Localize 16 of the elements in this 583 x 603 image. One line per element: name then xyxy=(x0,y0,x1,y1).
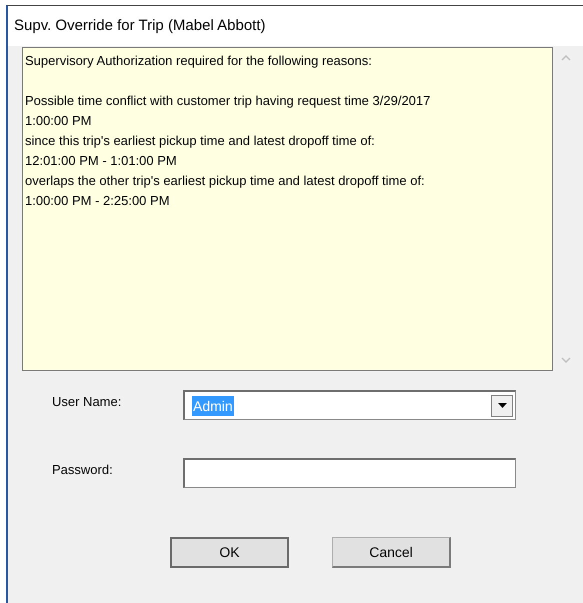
message-line: 1:00:00 PM xyxy=(25,112,92,130)
ok-button[interactable]: OK xyxy=(170,537,289,568)
message-line: Possible time conflict with customer trip having request time 3/29/2017 xyxy=(25,92,430,110)
caret-icon xyxy=(498,403,506,408)
message-line: since this trip's earliest pickup time and latest dropoff time of: xyxy=(25,132,375,150)
message-line: overlaps the other trip's earliest pickup time and latest dropoff time of: xyxy=(25,172,425,190)
message-heading: Supervisory Authorization required for the following reasons: xyxy=(25,52,373,70)
window-title: Supv. Override for Trip (Mabel Abbott) xyxy=(14,16,266,36)
dropdown-button[interactable] xyxy=(491,394,513,416)
user-name-value: Admin xyxy=(192,396,234,416)
password-field[interactable] xyxy=(183,458,516,488)
message-line: 1:00:00 PM - 2:25:00 PM xyxy=(25,192,170,210)
cancel-button[interactable]: Cancel xyxy=(332,537,451,568)
field-label: Password: xyxy=(52,461,114,479)
field-label: User Name: xyxy=(52,393,122,411)
message-line: 12:01:00 PM - 1:01:00 PM xyxy=(25,152,177,170)
